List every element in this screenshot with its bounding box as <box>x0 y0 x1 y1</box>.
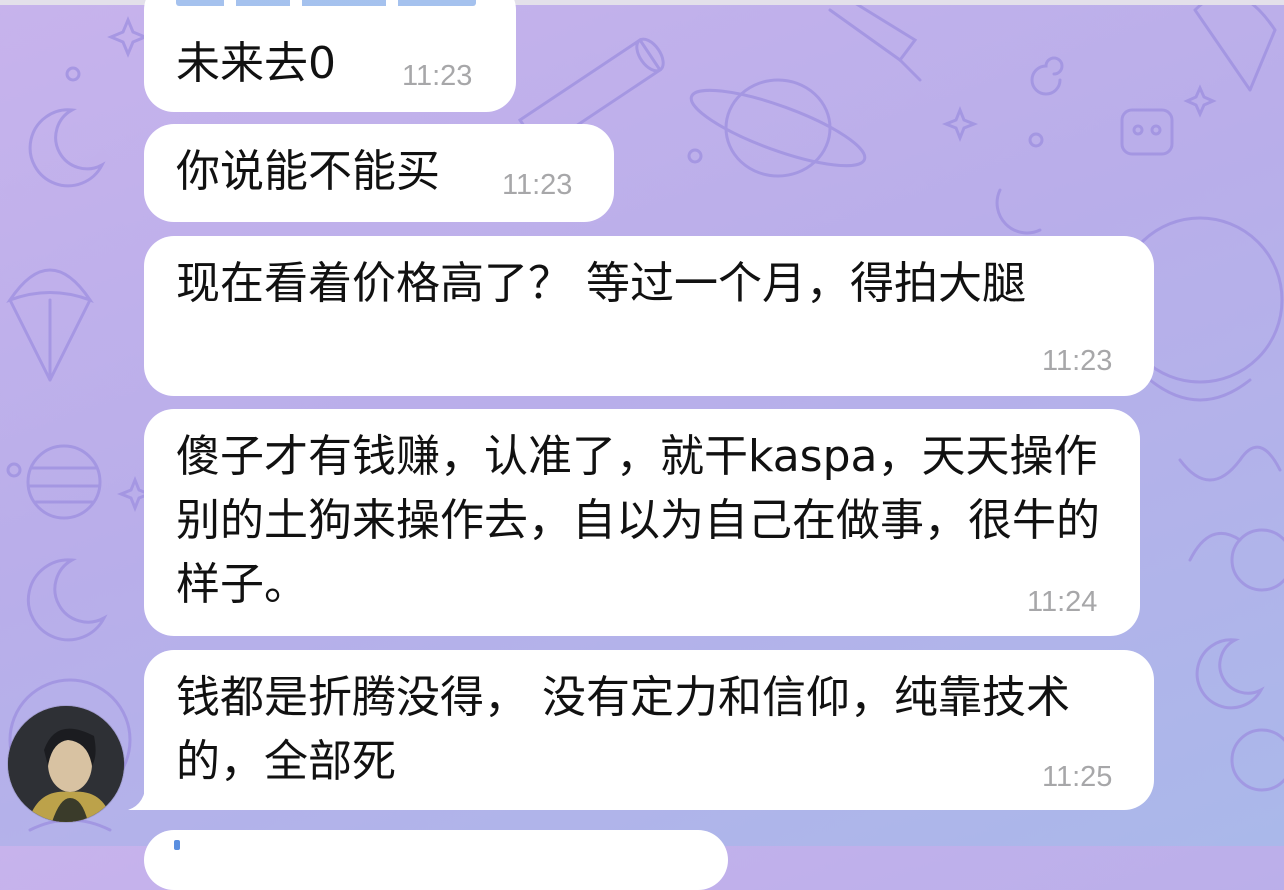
message-bubble[interactable]: 你说能不能买 11:23 <box>144 124 614 222</box>
reply-quote-bar <box>174 840 180 850</box>
message-time: 11:23 <box>502 169 573 201</box>
message-bubble[interactable]: 钱都是折腾没得， 没有定力和信仰，纯靠技术的，全部死 11:25 <box>144 650 1154 810</box>
message-text: 钱都是折腾没得， 没有定力和信仰，纯靠技术的，全部死 <box>176 672 1070 787</box>
sender-avatar[interactable] <box>8 706 124 822</box>
message-text: 现在看着价格高了？ 等过一个月，得拍大腿 <box>176 258 1026 309</box>
message-bubble[interactable]: 傻子才有钱赚，认准了，就干kaspa，天天操作别的土狗来操作去，自以为自己在做事… <box>144 409 1140 636</box>
user-avatar-icon <box>8 706 124 822</box>
message-time: 11:23 <box>1042 345 1113 377</box>
message-text: 你说能不能买 <box>176 146 440 197</box>
message-text: 傻子才有钱赚，认准了，就干kaspa，天天操作别的土狗来操作去，自以为自己在做事… <box>176 431 1100 610</box>
message-text: 未来去0 <box>176 38 336 89</box>
message-bubble[interactable]: 现在看着价格高了？ 等过一个月，得拍大腿 11:23 <box>144 236 1154 396</box>
message-time: 11:25 <box>1042 761 1113 793</box>
message-bubble-partial[interactable] <box>144 830 728 890</box>
reply-quote-fragment <box>176 0 476 6</box>
message-time: 11:24 <box>1027 586 1098 618</box>
message-time: 11:23 <box>402 60 473 92</box>
bubble-tail <box>128 780 158 810</box>
message-bubble[interactable]: 未来去0 11:23 <box>144 0 516 112</box>
